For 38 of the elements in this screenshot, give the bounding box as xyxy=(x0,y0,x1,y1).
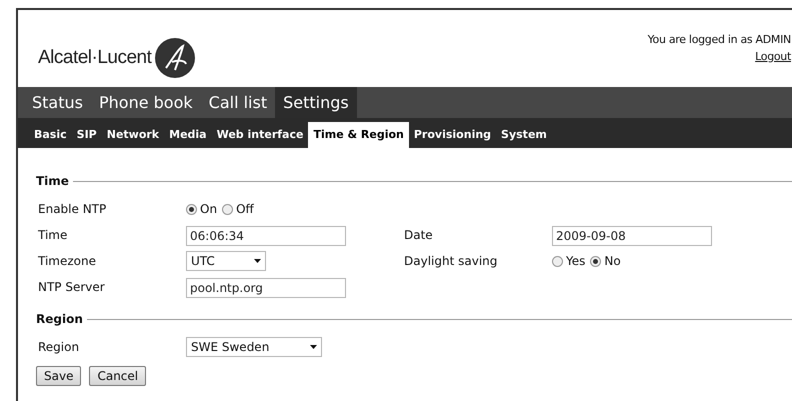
sub-tab[interactable]: Web interface xyxy=(212,122,308,148)
radio-option[interactable]: No xyxy=(590,252,621,270)
main-tab[interactable]: Phone book xyxy=(90,87,201,118)
field-label: NTP Server xyxy=(37,279,106,296)
text-field[interactable]: pool.ntp.org xyxy=(186,278,346,298)
sub-tab[interactable]: Provisioning xyxy=(408,122,496,148)
field-label: Timezone xyxy=(37,253,97,270)
section-title: Time xyxy=(36,173,69,190)
logout-link[interactable]: Logout xyxy=(755,48,791,65)
logo-text: Alcatel·Lucent xyxy=(38,46,152,70)
logo-icon xyxy=(155,38,196,78)
radio-option[interactable]: Yes xyxy=(552,252,586,270)
sub-tab[interactable]: Basic xyxy=(29,122,72,148)
dropdown[interactable]: UTC xyxy=(186,251,266,271)
sub-tab[interactable]: Time & Region xyxy=(308,122,409,148)
form-button[interactable]: Cancel xyxy=(89,366,146,386)
text-field[interactable]: 06:06:34 xyxy=(186,226,346,246)
main-tab[interactable]: Settings xyxy=(275,87,357,118)
sub-tab[interactable]: System xyxy=(496,122,552,148)
dropdown[interactable]: SWE Sweden xyxy=(186,337,322,357)
field-label: Enable NTP xyxy=(37,201,108,218)
login-status: You are logged in as ADMIN xyxy=(648,32,791,48)
main-tab[interactable]: Call list xyxy=(200,87,276,118)
field-label: Region xyxy=(37,339,80,356)
section-title: Region xyxy=(36,311,83,328)
radio-option[interactable]: Off xyxy=(222,200,254,218)
caret-icon xyxy=(254,259,261,263)
radio-option[interactable]: On xyxy=(186,200,218,218)
field-label: Date xyxy=(403,227,434,244)
text-field[interactable]: 2009-09-08 xyxy=(552,226,712,246)
main-tab[interactable]: Status xyxy=(24,87,91,118)
sub-tab[interactable]: Network xyxy=(102,122,164,148)
sub-tab[interactable]: SIP xyxy=(72,122,102,148)
sub-tab[interactable]: Media xyxy=(164,122,212,148)
field-label: Daylight saving xyxy=(403,253,498,270)
field-label: Time xyxy=(37,227,68,244)
form-button[interactable]: Save xyxy=(36,366,82,386)
caret-icon xyxy=(310,345,317,349)
